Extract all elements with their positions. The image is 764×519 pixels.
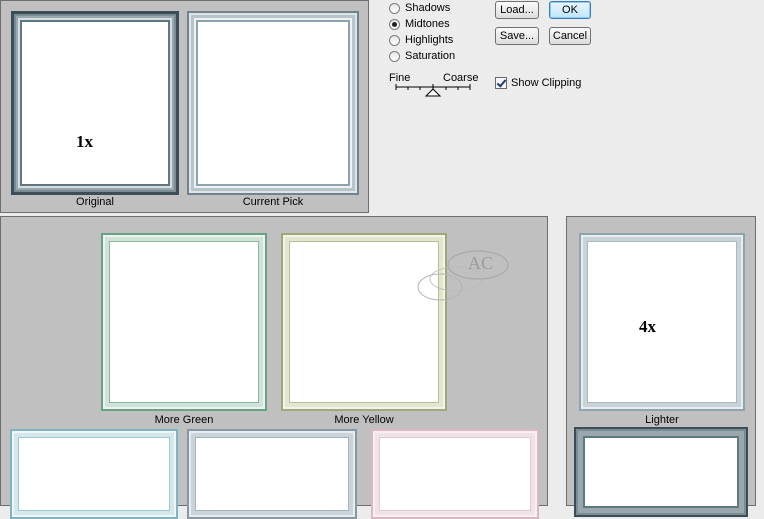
zoom-label-1x: 1x — [76, 132, 93, 151]
show-clipping-check[interactable] — [495, 77, 507, 89]
radio-highlights-label: Highlights — [405, 34, 454, 46]
more-yellow-caption: More Yellow — [334, 414, 394, 426]
cancel-button[interactable]: Cancel — [549, 27, 591, 45]
more-blue-thumbnail[interactable] — [187, 429, 357, 519]
watermark-text: AC — [468, 253, 494, 273]
lighter-thumbnail[interactable]: 4x — [579, 233, 745, 411]
current-lightness-thumbnail[interactable] — [574, 427, 748, 517]
current-pick-thumbnail[interactable] — [187, 11, 359, 195]
lightness-panel: 4x Lighter — [566, 216, 756, 517]
radio-saturation-label: Saturation — [405, 50, 456, 62]
radio-highlights[interactable]: Highlights — [389, 33, 453, 47]
current-pick-caption: Current Pick — [242, 196, 304, 208]
variations-panel: More Green More Yellow AC — [0, 216, 548, 519]
radio-midtones-indicator[interactable] — [389, 18, 400, 30]
watermark-logo — [417, 250, 509, 301]
radio-shadows[interactable]: Shadows — [389, 1, 450, 15]
radio-saturation[interactable]: Saturation — [389, 49, 455, 63]
show-clipping-label: Show Clipping — [511, 77, 582, 89]
fine-coarse-slider[interactable] — [394, 82, 474, 98]
load-button[interactable]: Load... — [495, 1, 539, 19]
ok-button[interactable]: OK — [549, 1, 591, 19]
more-green-caption: More Green — [154, 414, 214, 426]
radio-shadows-indicator[interactable] — [389, 2, 400, 14]
preview-panel: 1x Original Current Pick — [0, 0, 369, 213]
slider-thumb — [424, 88, 442, 97]
radio-shadows-label: Shadows — [405, 2, 451, 14]
lighter-caption: Lighter — [645, 414, 679, 426]
radio-saturation-indicator[interactable] — [389, 50, 400, 62]
show-clipping-checkbox[interactable]: Show Clipping — [495, 77, 581, 89]
original-thumbnail: 1x — [11, 11, 179, 195]
radio-midtones-label: Midtones — [405, 18, 450, 30]
more-green-thumbnail[interactable] — [101, 233, 267, 411]
zoom-label-4x: 4x — [639, 317, 656, 336]
save-button[interactable]: Save... — [495, 27, 539, 45]
more-cyan-thumbnail[interactable] — [10, 429, 178, 519]
radio-highlights-indicator[interactable] — [389, 34, 400, 46]
radio-midtones[interactable]: Midtones — [389, 17, 450, 31]
more-magenta-thumbnail[interactable] — [371, 429, 539, 519]
original-caption: Original — [76, 196, 114, 208]
